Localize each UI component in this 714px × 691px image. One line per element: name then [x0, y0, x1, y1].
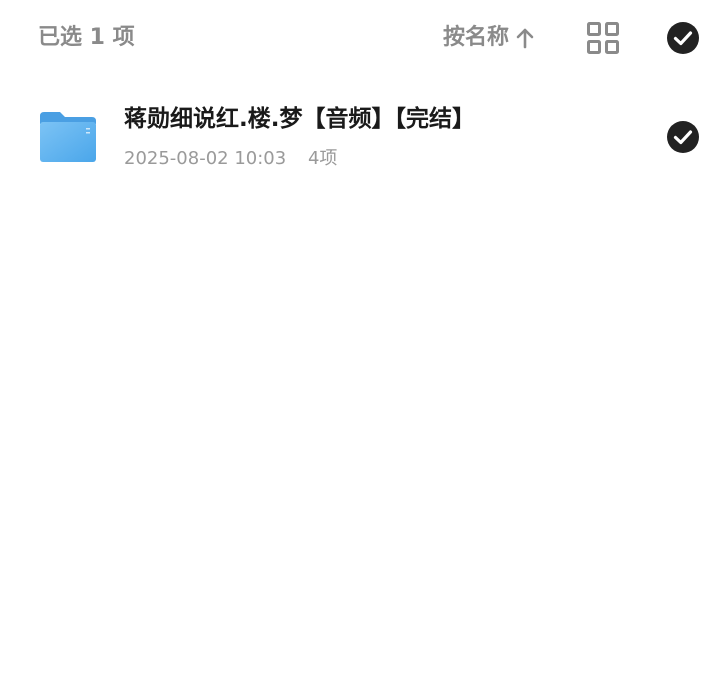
grid-view-button[interactable] — [586, 21, 620, 55]
check-circle-icon — [666, 121, 700, 158]
folder-icon — [38, 110, 98, 164]
file-list-item[interactable]: 蒋勋细说红.楼.梦【音频】【完结】 2025-08-02 10:03 4项 — [0, 90, 714, 186]
file-name: 蒋勋细说红.楼.梦【音频】【完结】 — [124, 106, 475, 132]
grid-view-icon — [586, 22, 620, 59]
file-item-count: 4项 — [307, 148, 338, 169]
select-all-checkbox[interactable] — [666, 21, 700, 55]
selected-count-label: 已选 1 项 — [38, 25, 135, 50]
sort-by-name-button[interactable]: 按名称 — [443, 22, 535, 54]
check-circle-icon — [666, 22, 700, 59]
arrow-up-icon — [515, 27, 535, 49]
file-meta: 2025-08-02 10:03 4项 — [124, 146, 337, 172]
selection-toolbar: 已选 1 项 按名称 — [0, 0, 714, 76]
file-select-checkbox[interactable] — [666, 120, 700, 154]
sort-label: 按名称 — [443, 25, 510, 50]
file-date: 2025-08-02 10:03 — [124, 148, 287, 169]
